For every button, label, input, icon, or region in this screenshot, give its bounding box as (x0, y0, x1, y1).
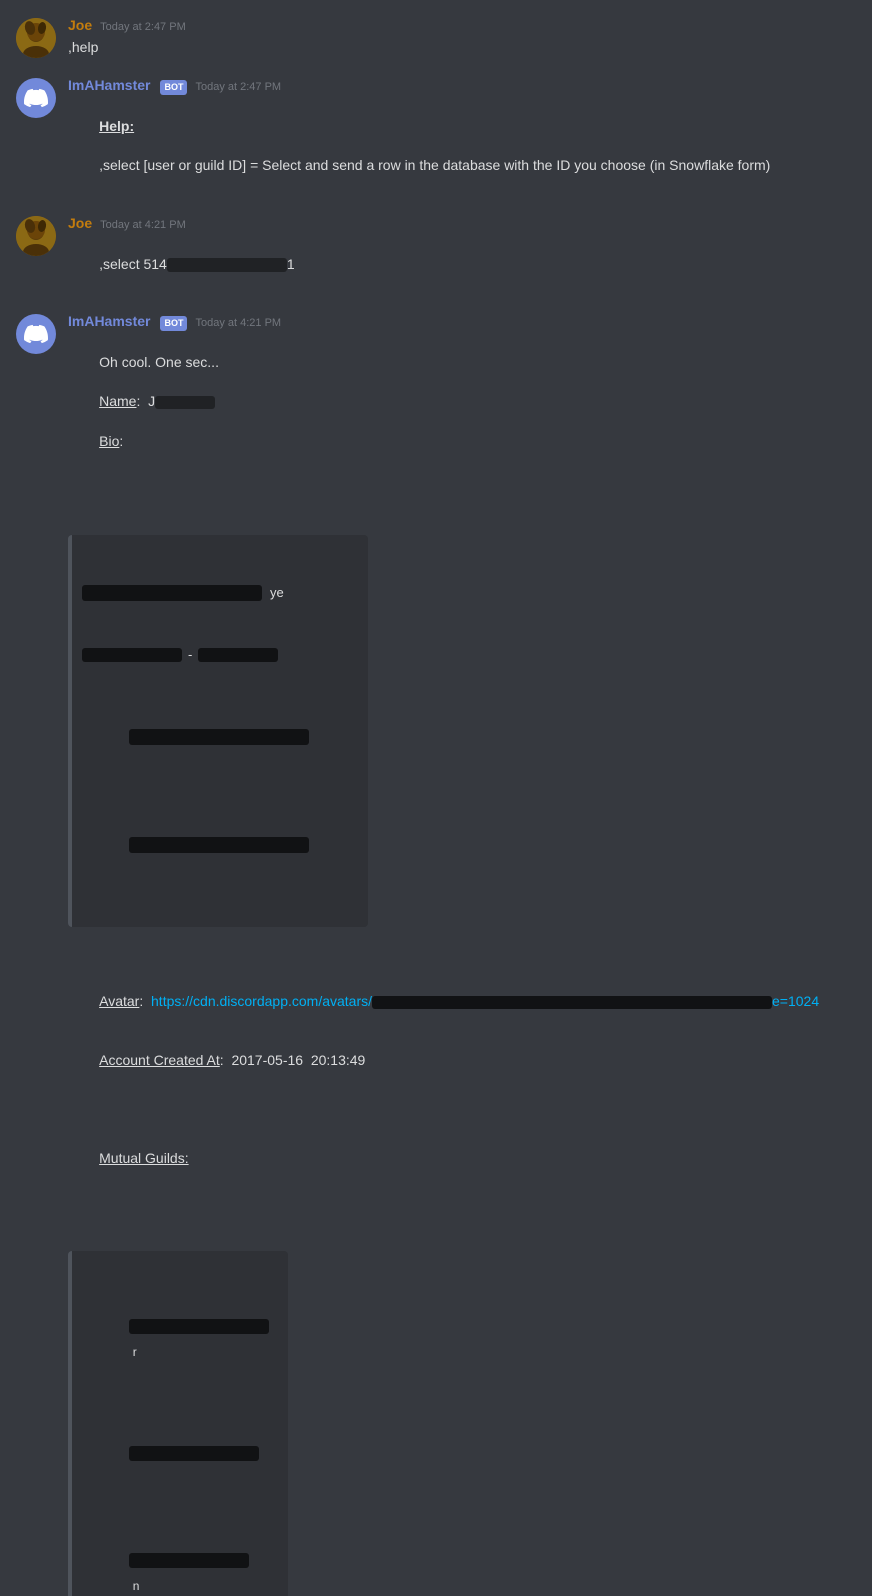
guild-row-1: r (82, 1298, 278, 1381)
message-content-4: ImAHamster BOT Today at 4:21 PM Oh cool.… (68, 312, 856, 1596)
message-text-4: Oh cool. One sec... Name: J Bio: ye - (68, 334, 856, 1596)
guild-row-3: n (82, 1531, 278, 1596)
user-embed: ye - (68, 535, 368, 927)
timestamp-3: Today at 4:21 PM (100, 218, 186, 233)
name-label: Name (99, 393, 136, 409)
message-text-1: ,help (68, 38, 856, 58)
bot-avatar-2 (16, 314, 56, 354)
guild-row-2 (82, 1424, 278, 1488)
account-created-label: Account Created At (99, 1052, 220, 1068)
avatar-joe-2 (16, 216, 56, 256)
message-content-1: Joe Today at 2:47 PM ,help (68, 16, 856, 58)
avatar-label: Avatar (99, 993, 139, 1009)
redacted-guild-3 (129, 1553, 249, 1568)
redacted-embed-3 (129, 729, 309, 745)
message-header-4: ImAHamster BOT Today at 4:21 PM (68, 312, 856, 332)
message-group-1: Joe Today at 2:47 PM ,help (0, 8, 872, 66)
guild-embed: r n (68, 1251, 288, 1596)
discord-icon-2 (24, 322, 48, 346)
redacted-embed-1 (82, 585, 262, 601)
message-text-3: ,select 5141 (68, 235, 856, 294)
bot-avatar (16, 78, 56, 118)
embed-text-ye: ye (270, 584, 284, 602)
help-description: = Select and send a row in the database … (246, 157, 770, 173)
username-bot-2: ImAHamster (68, 312, 150, 332)
username-joe: Joe (68, 16, 92, 36)
message-content-2: ImAHamster BOT Today at 2:47 PM Help: ,s… (68, 76, 856, 196)
redacted-avatar-id (372, 996, 772, 1009)
redacted-embed-4 (129, 837, 309, 853)
embed-row-2: - (82, 646, 358, 664)
guild-text-1: r (133, 1345, 137, 1359)
username-bot: ImAHamster (68, 76, 150, 96)
redacted-embed-2b (198, 648, 278, 662)
redacted-id (167, 258, 287, 272)
help-command: ,select [user or guild ID] (99, 157, 246, 173)
message-text-2: Help: ,select [user or guild ID] = Selec… (68, 98, 856, 196)
messages-container: Joe Today at 2:47 PM ,help ImAHamster BO… (0, 0, 872, 1596)
embed-row-4 (82, 815, 358, 880)
message-header-1: Joe Today at 2:47 PM (68, 16, 856, 36)
redacted-embed-2a (82, 648, 182, 662)
bot-tag: BOT (160, 80, 187, 95)
redacted-name (155, 396, 215, 409)
account-created-value: 2017-05-16 20:13:49 (231, 1052, 365, 1068)
one-sec-text: Oh cool. One sec... (99, 354, 219, 370)
message-group-4: ImAHamster BOT Today at 4:21 PM Oh cool.… (0, 304, 872, 1596)
username-joe-2: Joe (68, 214, 92, 234)
embed-row-1: ye (82, 583, 358, 603)
message-header-3: Joe Today at 4:21 PM (68, 214, 856, 234)
discord-icon (24, 86, 48, 110)
message-group-2: ImAHamster BOT Today at 2:47 PM Help: ,s… (0, 68, 872, 204)
embed-row-3 (82, 707, 358, 772)
embed-dash: - (188, 646, 192, 664)
bio-label: Bio (99, 433, 119, 449)
timestamp-4: Today at 4:21 PM (195, 316, 281, 331)
message-content-3: Joe Today at 4:21 PM ,select 5141 (68, 214, 856, 294)
redacted-guild-1 (129, 1319, 269, 1334)
redacted-guild-2 (129, 1446, 259, 1461)
message-group-3: Joe Today at 4:21 PM ,select 5141 (0, 206, 872, 302)
message-header-2: ImAHamster BOT Today at 2:47 PM (68, 76, 856, 96)
guild-text-3: n (133, 1579, 140, 1593)
mutual-guilds-label: Mutual Guilds: (99, 1150, 188, 1166)
avatar (16, 18, 56, 58)
timestamp-1: Today at 2:47 PM (100, 20, 186, 35)
help-header: Help: (99, 118, 134, 134)
timestamp-2: Today at 2:47 PM (195, 80, 281, 95)
avatar-link[interactable]: https://cdn.discordapp.com/avatars/e=102… (151, 993, 819, 1009)
bot-tag-2: BOT (160, 316, 187, 331)
